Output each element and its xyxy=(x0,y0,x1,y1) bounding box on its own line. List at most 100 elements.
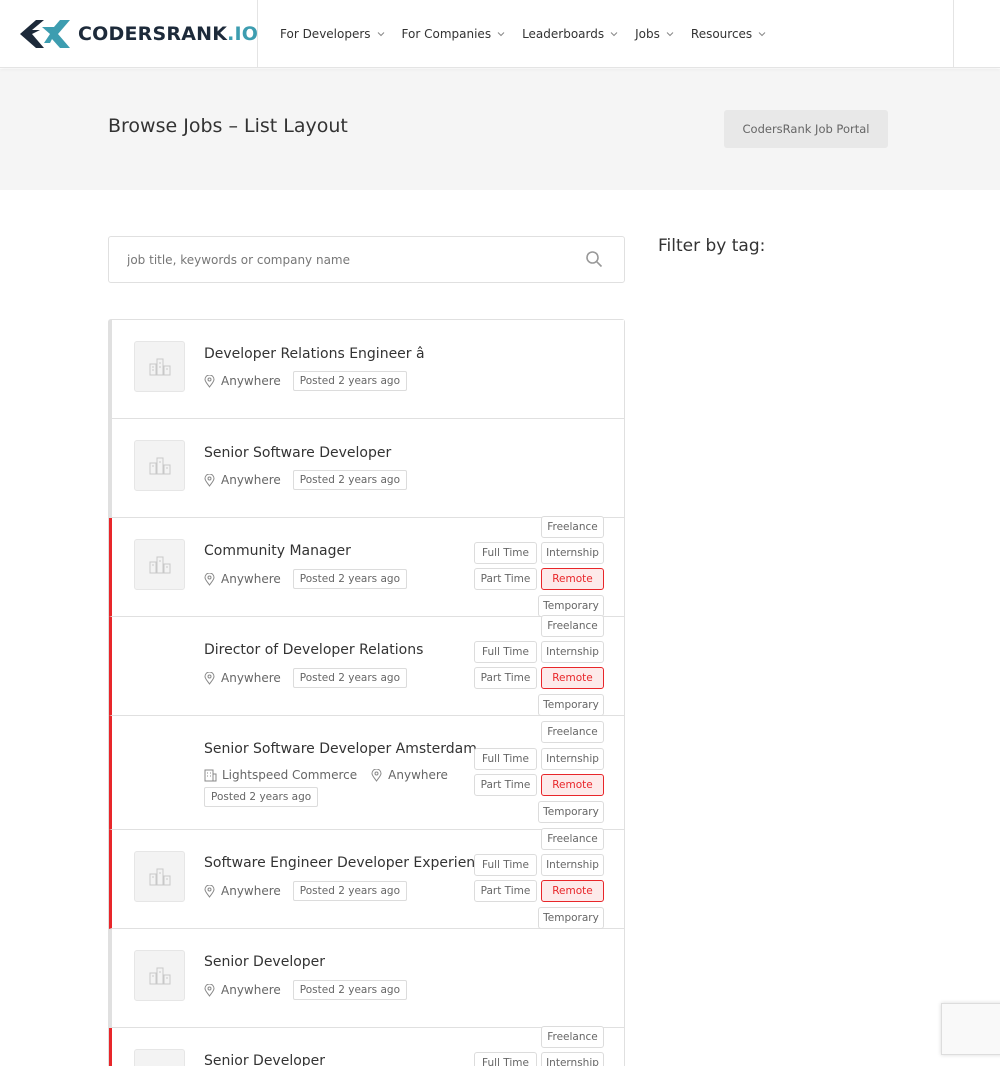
tag-remote[interactable]: Remote xyxy=(541,568,604,590)
location-pin-icon xyxy=(204,572,215,586)
job-listing-featured[interactable]: Senior Developer Freelance Full Time Int… xyxy=(109,1026,624,1066)
posted-badge: Posted 2 years ago xyxy=(292,371,407,391)
brand-logo[interactable]: CODERSRANK.IO xyxy=(20,17,258,51)
nav-for-developers[interactable]: For Developers xyxy=(280,27,385,41)
company-logo-placeholder xyxy=(134,539,185,590)
logo-text: CODERSRANK.IO xyxy=(78,23,259,45)
job-location: Anywhere xyxy=(221,884,281,898)
header-divider xyxy=(257,0,258,68)
job-meta: Anywhere Posted 2 years ago xyxy=(204,569,407,589)
location-pin-icon xyxy=(204,374,215,388)
job-meta: Anywhere Posted 2 years ago xyxy=(204,668,407,688)
job-title[interactable]: Director of Developer Relations xyxy=(204,642,423,658)
job-portal-button[interactable]: CodersRank Job Portal xyxy=(724,110,888,148)
tag-part-time[interactable]: Part Time xyxy=(474,880,537,902)
job-title[interactable]: Senior Developer xyxy=(204,954,325,970)
job-title[interactable]: Software Engineer Developer Experience xyxy=(204,855,492,871)
logo-mark-icon xyxy=(20,20,70,48)
tag-internship[interactable]: Internship xyxy=(541,854,604,876)
building-icon xyxy=(149,457,170,474)
location-pin-icon xyxy=(204,884,215,898)
job-meta: Anywhere Posted 2 years ago xyxy=(204,980,407,1000)
tag-temporary[interactable]: Temporary xyxy=(538,694,604,716)
location-pin-icon xyxy=(204,671,215,685)
tag-internship[interactable]: Internship xyxy=(541,1052,604,1066)
location-pin-icon xyxy=(204,473,215,487)
filter-title: Filter by tag: xyxy=(658,236,766,256)
nav-for-companies[interactable]: For Companies xyxy=(402,27,506,41)
posted-badge: Posted 2 years ago xyxy=(292,668,407,688)
job-title[interactable]: Senior Software Developer Amsterdam xyxy=(204,741,477,757)
tag-internship[interactable]: Internship xyxy=(541,748,604,770)
company-logo-placeholder xyxy=(134,851,185,902)
nav-leaderboards[interactable]: Leaderboards xyxy=(522,27,618,41)
tag-freelance[interactable]: Freelance xyxy=(541,1026,604,1048)
tag-freelance[interactable]: Freelance xyxy=(541,615,604,637)
job-location: Anywhere xyxy=(388,768,448,782)
nav-jobs[interactable]: Jobs xyxy=(635,27,674,41)
posted-badge: Posted 2 years ago xyxy=(292,980,407,1000)
main-nav: For Developers For Companies Leaderboard… xyxy=(280,0,783,68)
company-logo-placeholder xyxy=(134,341,185,392)
posted-badge: Posted 2 years ago xyxy=(204,787,319,807)
search-input[interactable] xyxy=(109,237,579,282)
chevron-down-icon xyxy=(758,32,766,37)
chevron-down-icon xyxy=(377,32,384,37)
building-icon xyxy=(149,358,170,375)
tag-internship[interactable]: Internship xyxy=(541,542,604,564)
tag-remote[interactable]: Remote xyxy=(541,774,604,796)
chevron-down-icon xyxy=(666,32,674,37)
tag-part-time[interactable]: Part Time xyxy=(474,774,537,796)
job-title[interactable]: Developer Relations Engineer â xyxy=(204,346,425,362)
job-title[interactable]: Community Manager xyxy=(204,543,351,559)
tag-full-time[interactable]: Full Time xyxy=(474,641,537,663)
job-title[interactable]: Senior Developer xyxy=(204,1053,325,1066)
job-listing[interactable]: Developer Relations Engineer â Anywhere … xyxy=(109,320,624,419)
job-location: Anywhere xyxy=(221,572,281,586)
tag-remote[interactable]: Remote xyxy=(541,880,604,902)
tag-freelance[interactable]: Freelance xyxy=(541,516,604,538)
nav-resources[interactable]: Resources xyxy=(691,27,766,41)
tag-temporary[interactable]: Temporary xyxy=(538,801,604,823)
tag-freelance[interactable]: Freelance xyxy=(541,721,604,743)
search-box xyxy=(108,236,625,283)
job-location: Anywhere xyxy=(221,983,281,997)
tag-full-time[interactable]: Full Time xyxy=(474,748,537,770)
tag-full-time[interactable]: Full Time xyxy=(474,854,537,876)
page-title: Browse Jobs – List Layout xyxy=(108,115,348,137)
job-title[interactable]: Senior Software Developer xyxy=(204,445,391,461)
tag-part-time[interactable]: Part Time xyxy=(474,667,537,689)
tag-remote[interactable]: Remote xyxy=(541,667,604,689)
job-listing[interactable]: Senior Developer Anywhere Posted 2 years… xyxy=(109,929,624,1028)
tag-temporary[interactable]: Temporary xyxy=(538,907,604,929)
job-listing-featured[interactable]: Community Manager Anywhere Posted 2 year… xyxy=(109,516,624,617)
job-location: Anywhere xyxy=(221,374,281,388)
job-listing[interactable]: Senior Software Developer Anywhere Poste… xyxy=(109,419,624,518)
company-logo-placeholder xyxy=(134,440,185,491)
tag-full-time[interactable]: Full Time xyxy=(474,1052,537,1066)
chevron-down-icon xyxy=(610,32,618,37)
job-listing-featured[interactable]: Software Engineer Developer Experience A… xyxy=(109,828,624,929)
job-meta: Lightspeed Commerce Anywhere xyxy=(204,768,448,782)
posted-badge: Posted 2 years ago xyxy=(292,569,407,589)
building-icon xyxy=(149,868,170,885)
job-list: Developer Relations Engineer â Anywhere … xyxy=(108,319,625,1066)
job-location: Anywhere xyxy=(221,473,281,487)
chevron-down-icon xyxy=(497,32,505,37)
tag-internship[interactable]: Internship xyxy=(541,641,604,663)
tag-full-time[interactable]: Full Time xyxy=(474,542,537,564)
location-pin-icon xyxy=(371,768,382,782)
job-listing-featured[interactable]: Director of Developer Relations Anywhere… xyxy=(109,615,624,716)
tag-freelance[interactable]: Freelance xyxy=(541,828,604,850)
company-name[interactable]: Lightspeed Commerce xyxy=(222,768,357,782)
job-meta: Anywhere Posted 2 years ago xyxy=(204,881,407,901)
company-logo-placeholder xyxy=(134,950,185,1001)
location-pin-icon xyxy=(204,983,215,997)
tag-temporary[interactable]: Temporary xyxy=(538,595,604,617)
recaptcha-badge[interactable] xyxy=(941,1003,1000,1055)
header-divider xyxy=(953,0,954,68)
job-meta: Anywhere Posted 2 years ago xyxy=(204,470,407,490)
search-icon[interactable] xyxy=(585,250,603,268)
job-listing-featured[interactable]: Senior Software Developer Amsterdam Ligh… xyxy=(109,716,624,830)
tag-part-time[interactable]: Part Time xyxy=(474,568,537,590)
